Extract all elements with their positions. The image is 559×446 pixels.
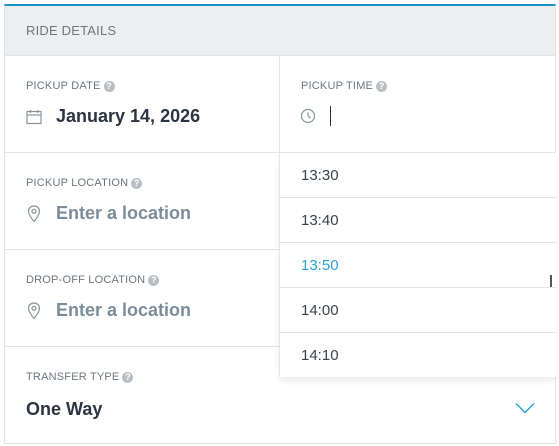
pickup-location-field[interactable]: PICKUP LOCATION ? Enter a location <box>5 153 280 249</box>
calendar-icon <box>26 107 42 127</box>
transfer-type-value[interactable]: One Way <box>26 399 102 420</box>
dropdown-scrollbar[interactable] <box>550 275 552 287</box>
pickup-time-dropdown[interactable]: 13:30 13:40 13:50 14:00 14:10 <box>279 152 556 377</box>
text-caret <box>330 106 331 126</box>
dropoff-location-label-wrap: DROP-OFF LOCATION ? <box>26 274 160 286</box>
panel-title: RIDE DETAILS <box>26 23 117 38</box>
panel-header: RIDE DETAILS <box>5 6 555 56</box>
help-icon[interactable]: ? <box>103 80 115 92</box>
date-time-row: PICKUP DATE ? January 14, 2026 PICKUP TI… <box>5 56 555 153</box>
pickup-date-value[interactable]: January 14, 2026 <box>56 106 200 127</box>
help-icon[interactable]: ? <box>131 177 143 189</box>
pickup-time-label-wrap: PICKUP TIME ? <box>301 80 388 92</box>
pickup-time-field[interactable]: PICKUP TIME ? <box>280 56 555 152</box>
help-icon[interactable]: ? <box>122 371 134 383</box>
pickup-time-label: PICKUP TIME <box>301 80 374 92</box>
dropoff-location-placeholder: Enter a location <box>56 300 192 320</box>
dropoff-location-label: DROP-OFF LOCATION <box>26 274 146 286</box>
transfer-type-label-wrap: TRANSFER TYPE ? <box>26 371 134 383</box>
time-option[interactable]: 13:30 <box>280 153 556 198</box>
pickup-location-placeholder: Enter a location <box>56 203 192 223</box>
pickup-location-label: PICKUP LOCATION <box>26 177 129 189</box>
time-option[interactable]: 14:00 <box>280 288 556 333</box>
location-pin-icon <box>26 301 42 321</box>
transfer-type-label: TRANSFER TYPE <box>26 371 120 383</box>
pickup-time-input[interactable] <box>300 106 331 126</box>
location-pin-icon <box>26 204 42 224</box>
pickup-date-label: PICKUP DATE <box>26 80 101 92</box>
chevron-down-icon[interactable] <box>515 401 535 419</box>
pickup-location-input[interactable]: Enter a location <box>26 203 191 224</box>
time-option[interactable]: 13:40 <box>280 198 556 243</box>
time-option-selected[interactable]: 13:50 <box>280 243 556 288</box>
clock-icon <box>300 108 316 124</box>
time-option[interactable]: 14:10 <box>280 333 556 377</box>
dropoff-location-input[interactable]: Enter a location <box>26 300 191 321</box>
help-icon[interactable]: ? <box>376 80 388 92</box>
help-icon[interactable]: ? <box>148 274 160 286</box>
pickup-date-value-line: January 14, 2026 <box>26 106 200 127</box>
dropoff-location-field[interactable]: DROP-OFF LOCATION ? Enter a location <box>5 250 280 346</box>
pickup-date-field[interactable]: PICKUP DATE ? January 14, 2026 <box>5 56 280 152</box>
pickup-date-label-wrap: PICKUP DATE ? <box>26 80 115 92</box>
pickup-location-label-wrap: PICKUP LOCATION ? <box>26 177 143 189</box>
